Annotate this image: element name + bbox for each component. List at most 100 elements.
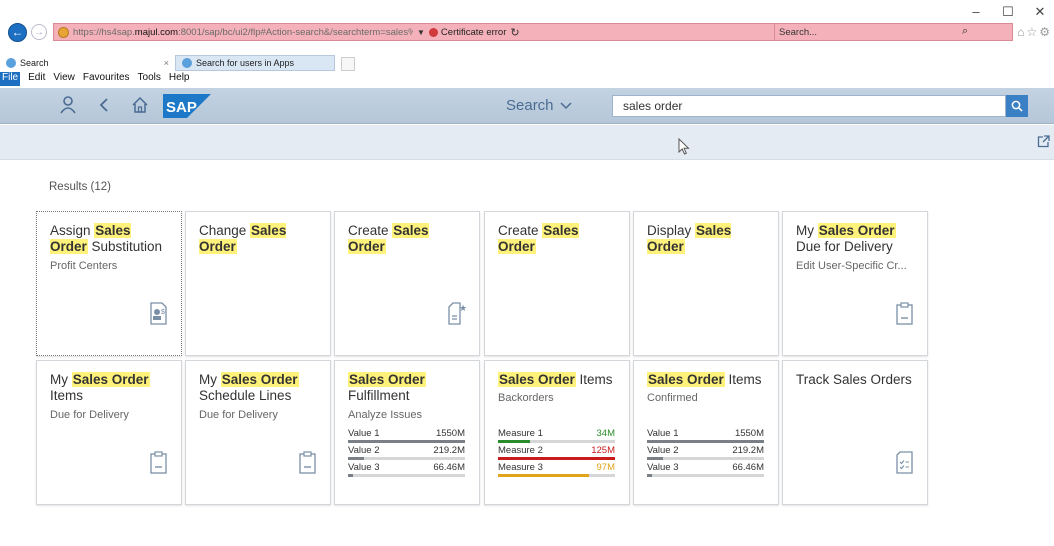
tile-title: Sales Order Items: [498, 372, 617, 388]
tile-subtitle: Edit User-Specific Cr...: [796, 259, 907, 272]
search-icon: [1011, 100, 1023, 112]
kpi-comparison: Measure 1 34M Measure 2 125M Measure 3 97M: [498, 428, 615, 479]
app-tile[interactable]: Track Sales Orders: [782, 360, 928, 505]
tile-title-text: My: [50, 372, 72, 387]
app-tile[interactable]: My Sales Order Items Due for Delivery: [36, 360, 182, 505]
search-button[interactable]: [1006, 95, 1028, 117]
close-tab-icon[interactable]: ×: [164, 58, 169, 68]
ie-page-icon: [182, 58, 192, 68]
app-tile[interactable]: Sales Order Items Confirmed Value 1 1550M Va…: [633, 360, 779, 505]
app-tile[interactable]: Change Sales Order: [185, 211, 331, 356]
document-dollar-icon: $: [149, 302, 168, 325]
search-highlight: Sales Order: [71, 372, 150, 387]
app-tile[interactable]: Create Sales Order: [484, 211, 630, 356]
tile-title: My Sales Order Due for Delivery: [796, 223, 915, 256]
restore-button[interactable]: ☐: [994, 0, 1022, 20]
kpi-comparison: Value 1 1550M Value 2 219.2M Value 3 66.46M: [647, 428, 764, 479]
clipboard-icon: [895, 302, 914, 325]
kpi-value: 66.46M: [433, 462, 465, 473]
tile-title-text: Assign: [50, 223, 95, 238]
user-icon[interactable]: [60, 96, 76, 119]
favorites-star-icon[interactable]: ☆: [1026, 25, 1037, 39]
kpi-value: 66.46M: [732, 462, 764, 473]
app-tile[interactable]: My Sales Order Due for Delivery Edit User…: [782, 211, 928, 356]
clipboard-icon: [149, 451, 168, 474]
back-button[interactable]: ←: [8, 22, 27, 42]
tab-search-label: Search: [20, 58, 49, 68]
menu-help[interactable]: Help: [169, 72, 190, 86]
kpi-label: Value 2: [348, 445, 380, 456]
url-rest: :8001/sap/bc/ui2/flp#Action-search&/sear…: [178, 26, 413, 38]
kpi-bar: [498, 474, 590, 477]
certificate-error[interactable]: Certificate error: [428, 27, 506, 38]
tile-title-text: Due for Delivery: [796, 239, 893, 255]
tile-title-text: Substitution: [87, 239, 163, 255]
menu-edit[interactable]: Edit: [28, 72, 45, 86]
search-scope-select[interactable]: Search: [506, 97, 572, 114]
app-tile[interactable]: Assign Sales Order Substitution Profit Ce…: [36, 211, 182, 356]
app-tile[interactable]: Sales Order Items Backorders Measure 1 34M M…: [484, 360, 630, 505]
search-highlight: Sales Order: [348, 372, 426, 387]
kpi-value: 219.2M: [433, 445, 465, 456]
kpi-value: 125M: [591, 445, 615, 456]
tile-title-text: Items: [724, 372, 762, 387]
tile-title: Create Sales Order: [348, 223, 467, 256]
app-tile[interactable]: Sales Order Fulfillment Analyze Issues Val…: [334, 360, 480, 505]
kpi-label: Value 3: [647, 462, 679, 473]
tile-title: Sales Order Fulfillment: [348, 372, 467, 405]
menu-view[interactable]: View: [53, 72, 75, 86]
tab-search-users[interactable]: Search for users in Apps: [175, 55, 335, 71]
kpi-label: Measure 2: [498, 445, 543, 456]
menu-tools[interactable]: Tools: [138, 72, 161, 86]
address-bar[interactable]: https://hs4sap.majul.com:8001/sap/bc/ui2…: [53, 23, 1014, 41]
site-icon: [58, 26, 69, 38]
back-nav-icon[interactable]: [98, 96, 110, 119]
url-host: majul.com: [134, 26, 179, 38]
share-icon[interactable]: [1037, 135, 1050, 151]
minimize-button[interactable]: –: [962, 0, 990, 20]
tile-title-text: My: [199, 372, 221, 387]
new-tab-button[interactable]: [341, 57, 355, 71]
menu-favourites[interactable]: Favourites: [83, 72, 130, 86]
tile-title-text: Create: [498, 223, 543, 238]
sap-logo[interactable]: SAP: [163, 94, 211, 118]
home-icon[interactable]: [131, 96, 149, 119]
search-scope-label: Search: [506, 97, 554, 114]
app-tile[interactable]: My Sales Order Schedule Lines Due for Del…: [185, 360, 331, 505]
app-tile[interactable]: Create Sales Order ★: [334, 211, 480, 356]
tab-search-users-label: Search for users in Apps: [196, 58, 295, 68]
browser-search-icon[interactable]: ⌕: [962, 25, 968, 38]
forward-button[interactable]: →: [31, 24, 47, 40]
kpi-row: Value 1 1550M: [348, 428, 465, 445]
svg-text:$: $: [161, 309, 165, 316]
refresh-icon[interactable]: ↻: [510, 26, 519, 39]
tile-title-text: My: [796, 223, 818, 238]
kpi-row: Measure 3 97M: [498, 462, 615, 479]
tab-search[interactable]: Search ×: [0, 55, 175, 71]
kpi-bar: [498, 457, 615, 460]
kpi-label: Measure 1: [498, 428, 543, 439]
kpi-bar-track: [647, 457, 764, 460]
search-input[interactable]: sales order: [612, 95, 1006, 117]
tile-subtitle: Profit Centers: [50, 259, 118, 272]
error-icon: [428, 27, 438, 37]
document-star-icon: ★: [447, 302, 467, 325]
kpi-bar-track: [348, 474, 465, 477]
chevron-down-icon: [560, 97, 572, 114]
kpi-row: Value 3 66.46M: [647, 462, 764, 479]
kpi-bar: [498, 440, 530, 443]
kpi-bar: [348, 457, 365, 460]
kpi-label: Measure 3: [498, 462, 543, 473]
sub-header: [0, 125, 1054, 160]
settings-gear-icon[interactable]: ⚙: [1039, 25, 1050, 39]
address-dropdown-icon[interactable]: ▼: [417, 28, 425, 37]
close-window-button[interactable]: ✕: [1026, 0, 1054, 20]
tile-subtitle: Due for Delivery: [199, 408, 278, 421]
app-tile[interactable]: Display Sales Order: [633, 211, 779, 356]
clipboard-icon: [298, 451, 317, 474]
kpi-bar: [647, 440, 764, 443]
kpi-row: Measure 1 34M: [498, 428, 615, 445]
browser-search-input[interactable]: Search...: [774, 24, 1024, 40]
search-highlight: Sales Order: [817, 223, 896, 238]
menu-file[interactable]: File: [0, 72, 21, 86]
